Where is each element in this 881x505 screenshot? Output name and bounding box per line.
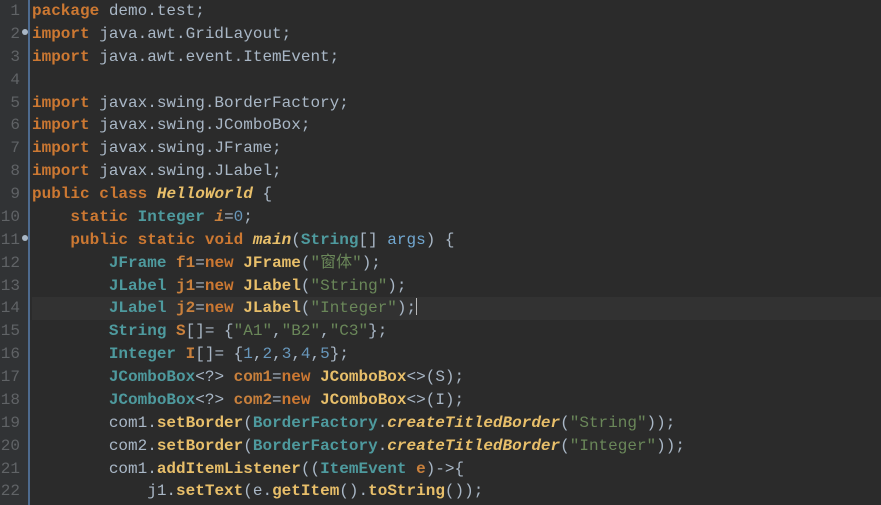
keyword-public: public [32, 185, 90, 203]
code-line-8[interactable]: import javax.swing.JLabel; [32, 160, 881, 183]
import-path: java.awt.event.ItemEvent; [90, 48, 340, 66]
keyword-class: class [99, 185, 147, 203]
line-number: 1 [0, 0, 20, 23]
code-line-14-current[interactable]: JLabel j2=new JLabel("Integer"); [32, 297, 881, 320]
code-line-20[interactable]: com2.setBorder(BorderFactory.createTitle… [32, 435, 881, 458]
code-line-16[interactable]: Integer I[]= {1,2,3,4,5}; [32, 343, 881, 366]
code-line-13[interactable]: JLabel j1=new JLabel("String"); [32, 275, 881, 298]
line-number: 3 [0, 46, 20, 69]
line-number: 16 [0, 343, 20, 366]
keyword-import: import [32, 25, 90, 43]
code-line-18[interactable]: JComboBox<?> com2=new JComboBox<>(I); [32, 389, 881, 412]
code-line-2[interactable]: import java.awt.GridLayout; [32, 23, 881, 46]
keyword-import: import [32, 116, 90, 134]
line-number: 20 [0, 435, 20, 458]
code-line-11[interactable]: public static void main(String[] args) { [32, 229, 881, 252]
line-number: 11 [0, 229, 20, 252]
code-line-22[interactable]: j1.setText(e.getItem().toString()); [32, 480, 881, 503]
code-line-12[interactable]: JFrame f1=new JFrame("窗体"); [32, 252, 881, 275]
code-line-1[interactable]: package demo.test; [32, 0, 881, 23]
string-literal: "String" [310, 277, 387, 295]
code-line-6[interactable]: import javax.swing.JComboBox; [32, 114, 881, 137]
code-line-5[interactable]: import javax.swing.BorderFactory; [32, 92, 881, 115]
line-number: 6 [0, 114, 20, 137]
line-number: 10 [0, 206, 20, 229]
line-number: 4 [0, 69, 20, 92]
brace: { [253, 185, 272, 203]
line-number: 13 [0, 275, 20, 298]
line-number: 19 [0, 412, 20, 435]
string-literal: "窗体" [310, 254, 361, 272]
line-number: 7 [0, 137, 20, 160]
import-path: javax.swing.BorderFactory; [90, 94, 349, 112]
import-path: javax.swing.JLabel; [90, 162, 282, 180]
string-literal: "Integer" [310, 299, 396, 317]
code-editor[interactable]: package demo.test; import java.awt.GridL… [28, 0, 881, 505]
line-number-gutter: 12345678910111213141516171819202122 [0, 0, 28, 505]
line-number: 15 [0, 320, 20, 343]
pkg-path: demo.test; [99, 2, 205, 20]
param-name: args [387, 231, 425, 249]
line-number: 2 [0, 23, 20, 46]
code-line-7[interactable]: import javax.swing.JFrame; [32, 137, 881, 160]
keyword-import: import [32, 48, 90, 66]
number-literal: 0 [234, 208, 244, 226]
left-edge-marker [28, 0, 30, 505]
var-name: i [214, 208, 224, 226]
line-number: 9 [0, 183, 20, 206]
method-name: main [253, 231, 291, 249]
import-path: java.awt.GridLayout; [90, 25, 292, 43]
keyword-import: import [32, 139, 90, 157]
keyword-static: static [70, 208, 128, 226]
import-path: javax.swing.JFrame; [90, 139, 282, 157]
code-line-21[interactable]: com1.addItemListener((ItemEvent e)->{ [32, 458, 881, 481]
keyword-package: package [32, 2, 99, 20]
code-line-3[interactable]: import java.awt.event.ItemEvent; [32, 46, 881, 69]
code-line-15[interactable]: String S[]= {"A1","B2","C3"}; [32, 320, 881, 343]
code-line-10[interactable]: static Integer i=0; [32, 206, 881, 229]
code-line-4[interactable] [32, 69, 881, 92]
line-number: 22 [0, 480, 20, 503]
import-path: javax.swing.JComboBox; [90, 116, 311, 134]
code-line-17[interactable]: JComboBox<?> com1=new JComboBox<>(S); [32, 366, 881, 389]
keyword-import: import [32, 162, 90, 180]
class-name: HelloWorld [157, 185, 253, 203]
line-number: 8 [0, 160, 20, 183]
line-number: 12 [0, 252, 20, 275]
type: Integer [138, 208, 205, 226]
code-line-19[interactable]: com1.setBorder(BorderFactory.createTitle… [32, 412, 881, 435]
line-number: 17 [0, 366, 20, 389]
line-number: 5 [0, 92, 20, 115]
line-number: 21 [0, 458, 20, 481]
keyword-import: import [32, 94, 90, 112]
code-line-9[interactable]: public class HelloWorld { [32, 183, 881, 206]
text-cursor [416, 298, 417, 316]
line-number: 14 [0, 297, 20, 320]
line-number: 18 [0, 389, 20, 412]
